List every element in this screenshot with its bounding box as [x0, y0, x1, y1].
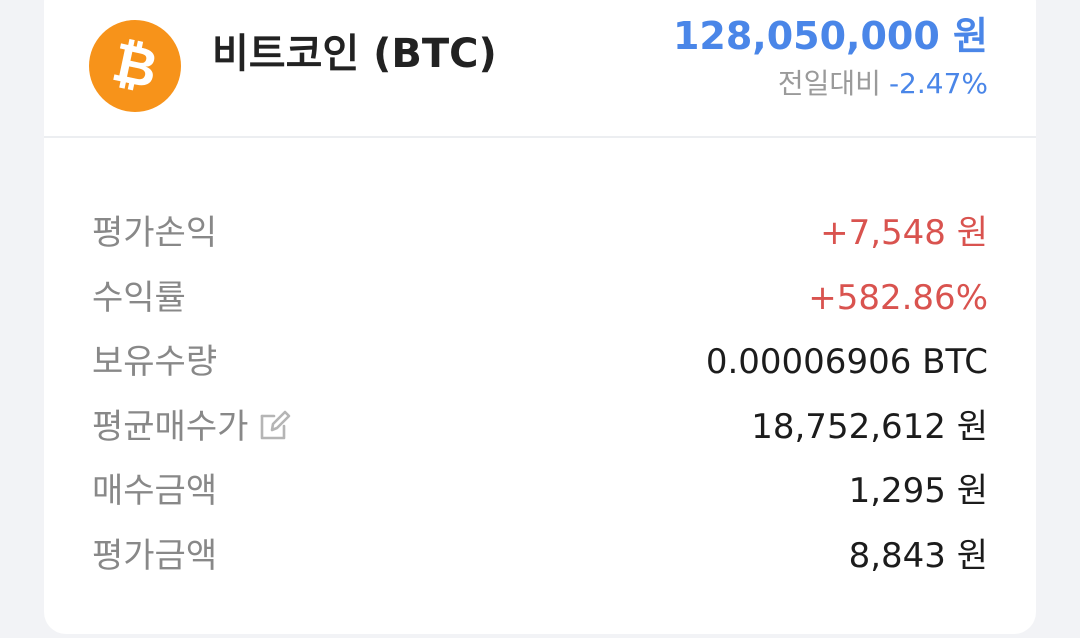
detail-label: 평가손익: [92, 213, 218, 253]
detail-label: 평균매수가: [92, 406, 249, 447]
detail-label: 보유수량: [92, 342, 218, 382]
current-price: 128,050,000 원: [672, 14, 988, 58]
holding-details: 평가손익 +7,548 원 수익률 +582.86% 보유수량 0.000069…: [44, 212, 1036, 599]
coin-name: 비트코인 (BTC): [212, 31, 497, 77]
change-label: 전일대비: [777, 67, 881, 100]
detail-value: +7,548 원: [820, 213, 988, 253]
detail-row-profit: 평가손익 +7,548 원: [44, 212, 1036, 277]
edit-icon[interactable]: [258, 408, 292, 442]
change-value: -2.47%: [888, 67, 988, 100]
holding-card: ₿ 비트코인 (BTC) 128,050,000 원 전일대비 -2.47% 평가…: [44, 0, 1036, 634]
detail-label: 수익률: [92, 277, 186, 318]
detail-value: 18,752,612 원: [751, 406, 988, 447]
detail-row-return-rate: 수익률 +582.86%: [44, 277, 1036, 342]
detail-row-buy-amount: 매수금액 1,295 원: [44, 470, 1036, 535]
detail-value: 1,295 원: [848, 471, 988, 511]
detail-value: 8,843 원: [848, 535, 988, 576]
coin-header[interactable]: ₿ 비트코인 (BTC) 128,050,000 원 전일대비 -2.47%: [44, 0, 1036, 138]
detail-value: 0.00006906 BTC: [705, 342, 988, 382]
detail-row-avg-price: 평균매수가 18,752,612 원: [44, 406, 1036, 471]
bitcoin-icon: ₿: [89, 20, 181, 112]
detail-row-quantity: 보유수량 0.00006906 BTC: [44, 341, 1036, 406]
detail-value: +582.86%: [808, 277, 988, 318]
detail-label: 매수금액: [92, 471, 218, 511]
detail-label-wrap: 평균매수가: [92, 406, 292, 448]
price-change: 전일대비 -2.47%: [778, 64, 988, 104]
detail-label: 평가금액: [92, 535, 218, 576]
detail-row-eval-amount: 평가금액 8,843 원: [44, 535, 1036, 600]
